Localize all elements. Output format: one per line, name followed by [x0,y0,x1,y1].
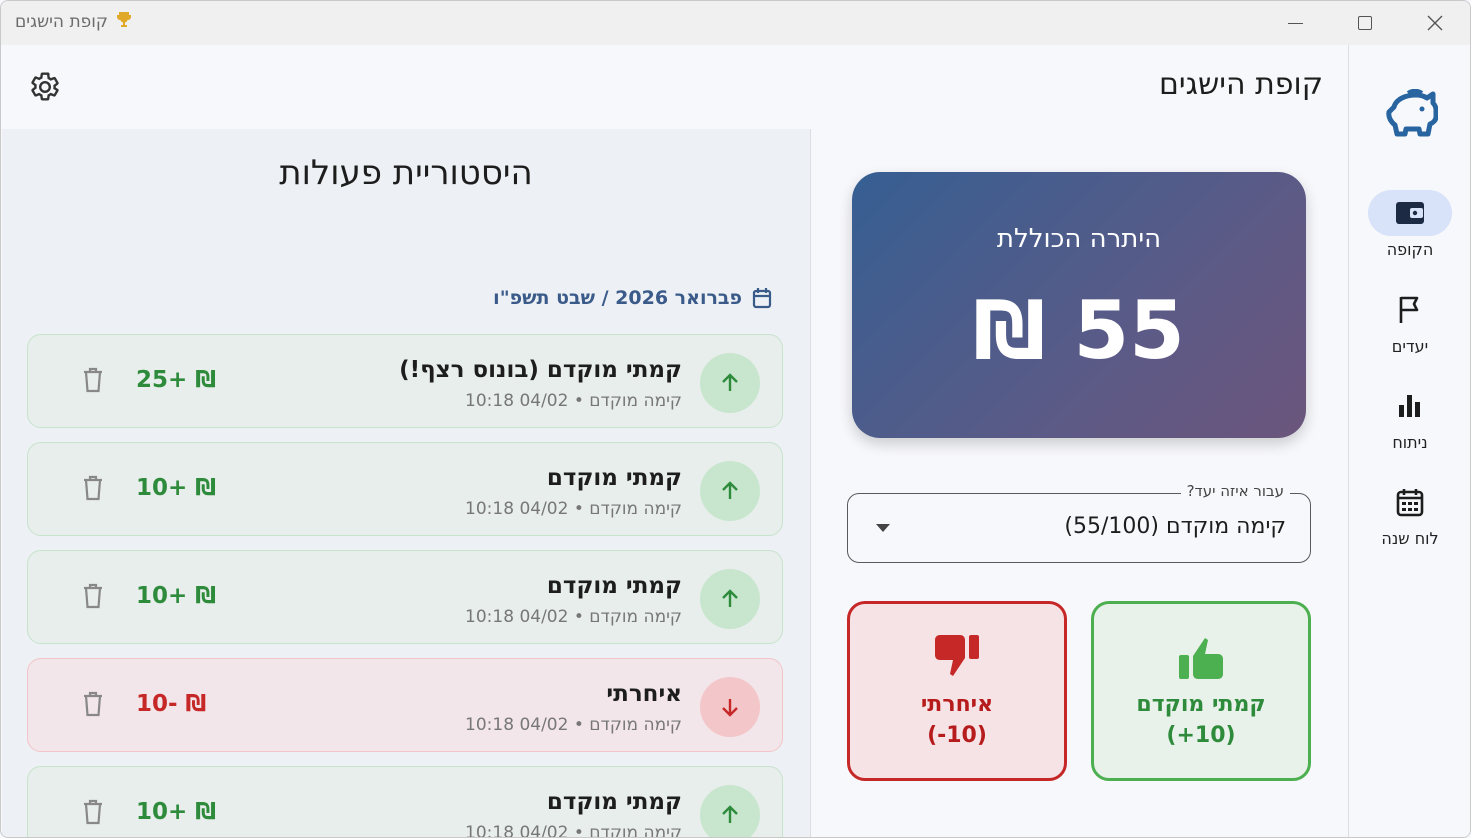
trash-icon [84,367,102,393]
maximize-icon [1358,16,1372,30]
transaction-meta: קימה מוקדם • 04/02 10:18 [465,715,682,735]
transaction-name: קמתי מוקדם [546,789,682,815]
nav-pill-calendar [1368,479,1452,525]
trash-icon [84,799,102,825]
month-selector[interactable]: פברואר 2026 / שבט תשפ"ו [493,287,772,309]
trash-icon [84,691,102,717]
minimize-button[interactable] [1260,1,1330,45]
arrow-up-icon [700,461,760,521]
transaction-name: קמתי מוקדם [546,465,682,491]
balance-label: היתרה הכוללת [996,224,1162,254]
month-label: פברואר 2026 / שבט תשפ"ו [493,287,742,309]
woke-early-button-amount: (+10) [1166,723,1236,748]
nav-item-goals[interactable]: יעדים [1349,287,1470,356]
transaction-meta: קימה מוקדם • 04/02 10:18 [465,823,682,838]
maximize-button[interactable] [1330,1,1400,45]
delete-button[interactable] [82,583,104,613]
late-button[interactable]: איחרתי (-10) [847,601,1067,781]
goal-select-value: קימה מוקדם (55/100) [1064,514,1286,539]
nav-label-wallet: הקופה [1386,240,1434,259]
trash-icon [84,475,102,501]
nav-item-calendar[interactable]: לוח שנה [1349,479,1470,548]
navigation-rail: הקופה יעדים ניתוח לוח שנה [1348,45,1470,837]
history-panel: היסטוריית פעולות פברואר 2026 / שבט תשפ"ו… [2,129,811,837]
gear-icon [31,72,59,101]
settings-button[interactable] [29,71,61,107]
delete-button[interactable] [82,799,104,829]
transaction-row: קמתי מוקדם (בונוס רצף!) קימה מוקדם • 04/… [27,334,783,428]
thumbs-down-icon [850,634,1064,684]
flag-icon [1399,296,1419,323]
balance-amount: 55 ₪ [973,284,1185,377]
goal-select-label: עבור איזה יעד? [1180,482,1290,500]
trash-icon [84,583,102,609]
transaction-row: קמתי מוקדם קימה מוקדם • 04/02 10:18 10+ … [27,442,783,536]
woke-early-button[interactable]: קמתי מוקדם (+10) [1091,601,1311,781]
balance-card: היתרה הכוללת 55 ₪ [852,172,1306,438]
transaction-name: קמתי מוקדם [546,573,682,599]
wallet-icon [1396,202,1424,224]
calendar-icon [752,288,772,309]
transaction-row: איחרתי קימה מוקדם • 04/02 10:18 10- ₪ [27,658,783,752]
late-button-label: איחרתי [920,692,994,717]
woke-early-button-label: קמתי מוקדם [1136,692,1266,717]
nav-item-wallet[interactable]: הקופה [1349,190,1470,259]
window-title: קופת הישגים [15,12,108,32]
page-title: קופת הישגים [1159,67,1323,102]
arrow-up-icon [700,785,760,837]
transaction-meta: קימה מוקדם • 04/02 10:18 [465,499,682,519]
transaction-meta: קימה מוקדם • 04/02 10:18 [465,607,682,627]
transaction-row: קמתי מוקדם קימה מוקדם • 04/02 10:18 10+ … [27,550,783,644]
nav-label-goals: יעדים [1391,337,1429,356]
app-window: קופת הישגים קופת הישגים הקופה יעדים ניתו… [0,0,1471,838]
transaction-row: קמתי מוקדם קימה מוקדם • 04/02 10:18 10+ … [27,766,783,838]
goal-select[interactable]: עבור איזה יעד? קימה מוקדם (55/100) [847,482,1311,563]
history-title: היסטוריית פעולות [279,153,533,193]
bar-chart-icon [1399,395,1420,417]
transaction-amount: 10+ ₪ [136,799,217,825]
thumbs-up-icon [1094,634,1308,684]
calendar-icon [1396,489,1424,517]
nav-pill-analysis [1368,383,1452,429]
delete-button[interactable] [82,475,104,505]
transaction-name: איחרתי [606,681,682,707]
nav-item-analysis[interactable]: ניתוח [1349,383,1470,452]
window-title-group: קופת הישגים [15,11,132,33]
minimize-icon [1287,22,1303,24]
transaction-name: קמתי מוקדם (בונוס רצף!) [399,357,682,383]
piggy-bank-icon [1384,88,1439,143]
nav-label-calendar: לוח שנה [1381,529,1439,548]
late-button-amount: (-10) [927,723,987,748]
transaction-meta: קימה מוקדם • 04/02 10:18 [465,391,682,411]
trophy-icon [116,11,132,33]
nav-label-analysis: ניתוח [1392,433,1428,452]
transaction-amount: 10+ ₪ [136,475,217,501]
title-bar: קופת הישגים [1,1,1470,45]
arrow-up-icon [700,353,760,413]
delete-button[interactable] [82,691,104,721]
close-button[interactable] [1400,1,1470,45]
transaction-amount: 25+ ₪ [136,367,217,393]
transaction-amount: 10+ ₪ [136,583,217,609]
close-icon [1427,15,1443,31]
dropdown-arrow-icon [876,524,890,532]
nav-pill-goals [1368,287,1452,333]
transaction-amount: 10- ₪ [136,691,207,717]
nav-pill-wallet [1368,190,1452,236]
delete-button[interactable] [82,367,104,397]
arrow-down-icon [700,677,760,737]
arrow-up-icon [700,569,760,629]
